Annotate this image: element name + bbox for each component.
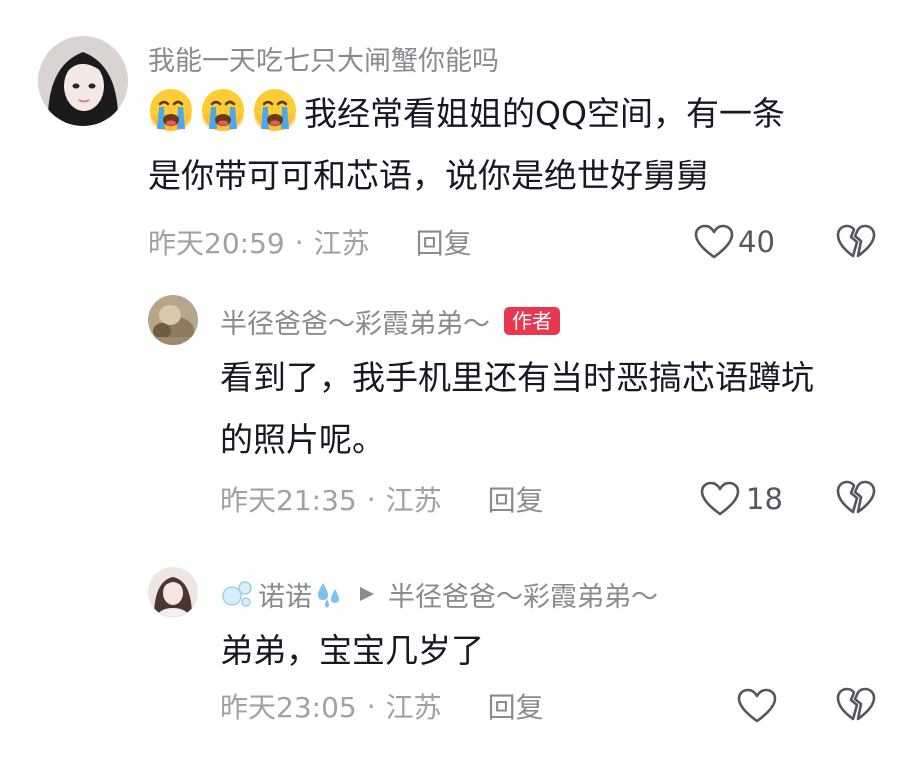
author-badge: 作者 (504, 307, 560, 335)
heart-outline-icon (737, 688, 777, 723)
like-button[interactable]: 18 (700, 479, 783, 519)
crying-face-icon (252, 87, 298, 133)
timestamp: 昨天23:05 (220, 691, 357, 724)
reply-button[interactable]: 回复 (488, 686, 544, 726)
avatar[interactable] (148, 567, 198, 617)
crying-face-icon (200, 87, 246, 133)
content-line-2: 的照片呢。 (220, 420, 385, 459)
avatar[interactable] (148, 295, 198, 345)
timestamp: 昨天20:59 (148, 227, 285, 260)
username-text: 诺诺 (258, 581, 312, 613)
username[interactable]: 半径爸爸～彩霞弟弟～ 作者 (220, 303, 560, 340)
separator-dot: · (294, 225, 304, 259)
content-line-1: 看到了，我手机里还有当时恶搞芯语蹲坑 (220, 358, 814, 397)
play-triangle-icon (360, 587, 374, 601)
username[interactable]: 诺诺 半径爸爸～彩霞弟弟～ (220, 575, 658, 614)
comment-2: 半径爸爸～彩霞弟弟～ 作者 看到了，我手机里还有当时恶搞芯语蹲坑 的照片呢。 昨… (0, 280, 921, 540)
content-text: 我经常看姐姐的QQ空间，有一条 (304, 94, 785, 133)
dislike-button[interactable] (836, 224, 876, 260)
like-count: 18 (746, 482, 783, 516)
like-button[interactable] (737, 686, 777, 726)
broken-heart-icon (836, 480, 876, 514)
like-button[interactable]: 40 (694, 222, 775, 262)
comment-meta: 昨天21:35 · 江苏 回复 (220, 479, 544, 519)
like-count: 40 (738, 225, 775, 259)
content-line-1: 弟弟，宝宝几岁了 (220, 631, 484, 670)
dislike-button[interactable] (836, 687, 876, 723)
comment-1: 我能一天吃七只大闸蟹你能吗 我经常看姐姐的QQ空间，有一条 是你带可可和芯语，说… (0, 0, 921, 280)
comment-meta: 昨天23:05 · 江苏 回复 (220, 686, 544, 726)
broken-heart-icon (836, 687, 876, 721)
comment-content: 看到了，我手机里还有当时恶搞芯语蹲坑 的照片呢。 (220, 347, 814, 471)
location: 江苏 (385, 484, 442, 517)
avatar[interactable] (38, 36, 128, 126)
heart-outline-icon (700, 481, 740, 516)
username-text: 我能一天吃七只大闸蟹你能吗 (148, 45, 499, 77)
crying-face-icon (148, 87, 194, 133)
timestamp: 昨天21:35 (220, 484, 357, 517)
content-line-1: 我经常看姐姐的QQ空间，有一条 (148, 83, 785, 145)
broken-heart-icon (836, 224, 876, 258)
username[interactable]: 我能一天吃七只大闸蟹你能吗 (148, 40, 499, 77)
heart-outline-icon (694, 224, 734, 259)
reply-button[interactable]: 回复 (416, 222, 472, 262)
bubbles-icon (222, 581, 252, 607)
comment-3: 诺诺 半径爸爸～彩霞弟弟～ 弟弟，宝宝几岁了 昨天23:05 · 江苏 回复 (0, 540, 921, 769)
comment-content: 弟弟，宝宝几岁了 (220, 620, 484, 682)
username-text: 半径爸爸～彩霞弟弟～ (220, 308, 490, 340)
comment-meta: 昨天20:59 · 江苏 回复 (148, 222, 472, 262)
location: 江苏 (385, 691, 442, 724)
sweat-droplets-icon (318, 583, 339, 608)
separator-dot: · (366, 482, 376, 516)
content-line-2: 是你带可可和芯语，说你是绝世好舅舅 (148, 156, 709, 195)
separator-dot: · (366, 689, 376, 723)
comment-content: 我经常看姐姐的QQ空间，有一条 是你带可可和芯语，说你是绝世好舅舅 (148, 83, 785, 207)
location: 江苏 (313, 227, 370, 260)
reply-button[interactable]: 回复 (488, 479, 544, 519)
reply-to-username[interactable]: 半径爸爸～彩霞弟弟～ (388, 575, 658, 614)
dislike-button[interactable] (836, 480, 876, 516)
